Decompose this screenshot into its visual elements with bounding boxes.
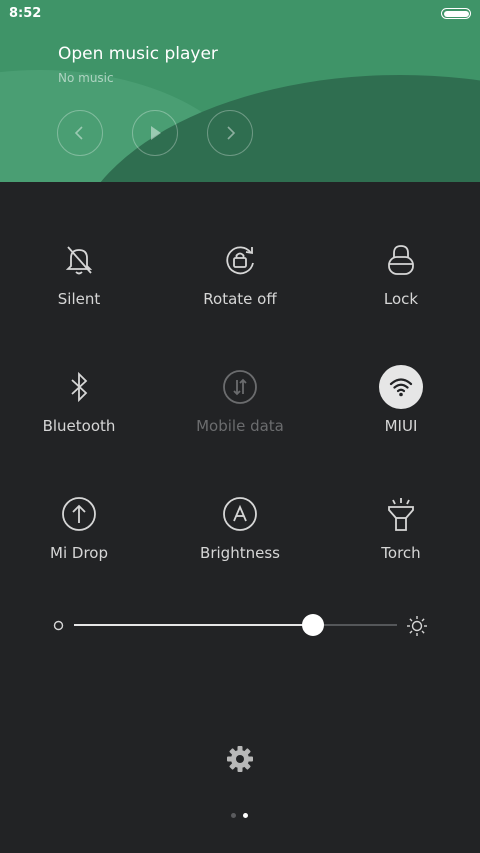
toggle-brightness-label: Brightness bbox=[200, 544, 280, 562]
music-panel[interactable]: 8:52 Open music player No music bbox=[0, 0, 480, 182]
toggle-rotate-label: Rotate off bbox=[203, 290, 277, 308]
bluetooth-icon bbox=[57, 365, 101, 409]
chevron-left-icon bbox=[74, 126, 83, 140]
music-subtitle: No music bbox=[58, 71, 114, 85]
toggle-torch-label: Torch bbox=[381, 544, 421, 562]
toggle-lock-label: Lock bbox=[383, 290, 419, 308]
toggle-bluetooth-label: Bluetooth bbox=[42, 417, 116, 435]
toggle-mobile-data[interactable]: Mobile data bbox=[160, 365, 320, 465]
toggle-mi-drop[interactable]: Mi Drop bbox=[0, 492, 159, 592]
lock-icon bbox=[379, 238, 423, 282]
toggle-bluetooth[interactable]: Bluetooth bbox=[0, 365, 159, 465]
status-time: 8:52 bbox=[9, 6, 42, 21]
toggle-mobile-data-label: Mobile data bbox=[196, 417, 284, 435]
toggle-wifi[interactable]: MIUI bbox=[321, 365, 480, 465]
mobile-data-icon bbox=[218, 365, 262, 409]
toggle-rotate[interactable]: Rotate off bbox=[160, 238, 320, 338]
battery-icon bbox=[441, 8, 471, 19]
chevron-right-icon bbox=[227, 126, 236, 140]
flashlight-icon bbox=[379, 492, 423, 536]
toggle-lock[interactable]: Lock bbox=[321, 238, 480, 338]
pager-dot-2[interactable] bbox=[243, 813, 248, 818]
next-track-button[interactable] bbox=[207, 110, 253, 156]
wifi-icon bbox=[379, 365, 423, 409]
toggle-brightness[interactable]: Brightness bbox=[160, 492, 320, 592]
toggle-wifi-label: MIUI bbox=[384, 417, 418, 435]
bell-off-icon bbox=[57, 238, 101, 282]
upload-arrow-icon bbox=[57, 492, 101, 536]
play-icon bbox=[151, 126, 161, 140]
brightness-low-icon bbox=[53, 620, 64, 631]
auto-brightness-icon bbox=[218, 492, 262, 536]
brightness-slider-thumb[interactable] bbox=[302, 614, 325, 636]
play-button[interactable] bbox=[132, 110, 178, 156]
brightness-high-icon bbox=[407, 616, 427, 636]
toggle-torch[interactable]: Torch bbox=[321, 492, 480, 592]
toggle-silent-label: Silent bbox=[57, 290, 101, 308]
toggle-mi-drop-label: Mi Drop bbox=[50, 544, 108, 562]
brightness-slider[interactable] bbox=[74, 624, 397, 626]
pager-dot-1[interactable] bbox=[231, 813, 236, 818]
toggle-silent[interactable]: Silent bbox=[0, 238, 159, 338]
settings-gear-icon[interactable] bbox=[225, 744, 255, 774]
rotate-lock-icon bbox=[218, 238, 262, 282]
brightness-slider-fill bbox=[74, 624, 314, 626]
previous-track-button[interactable] bbox=[57, 110, 103, 156]
music-title[interactable]: Open music player bbox=[58, 44, 218, 64]
